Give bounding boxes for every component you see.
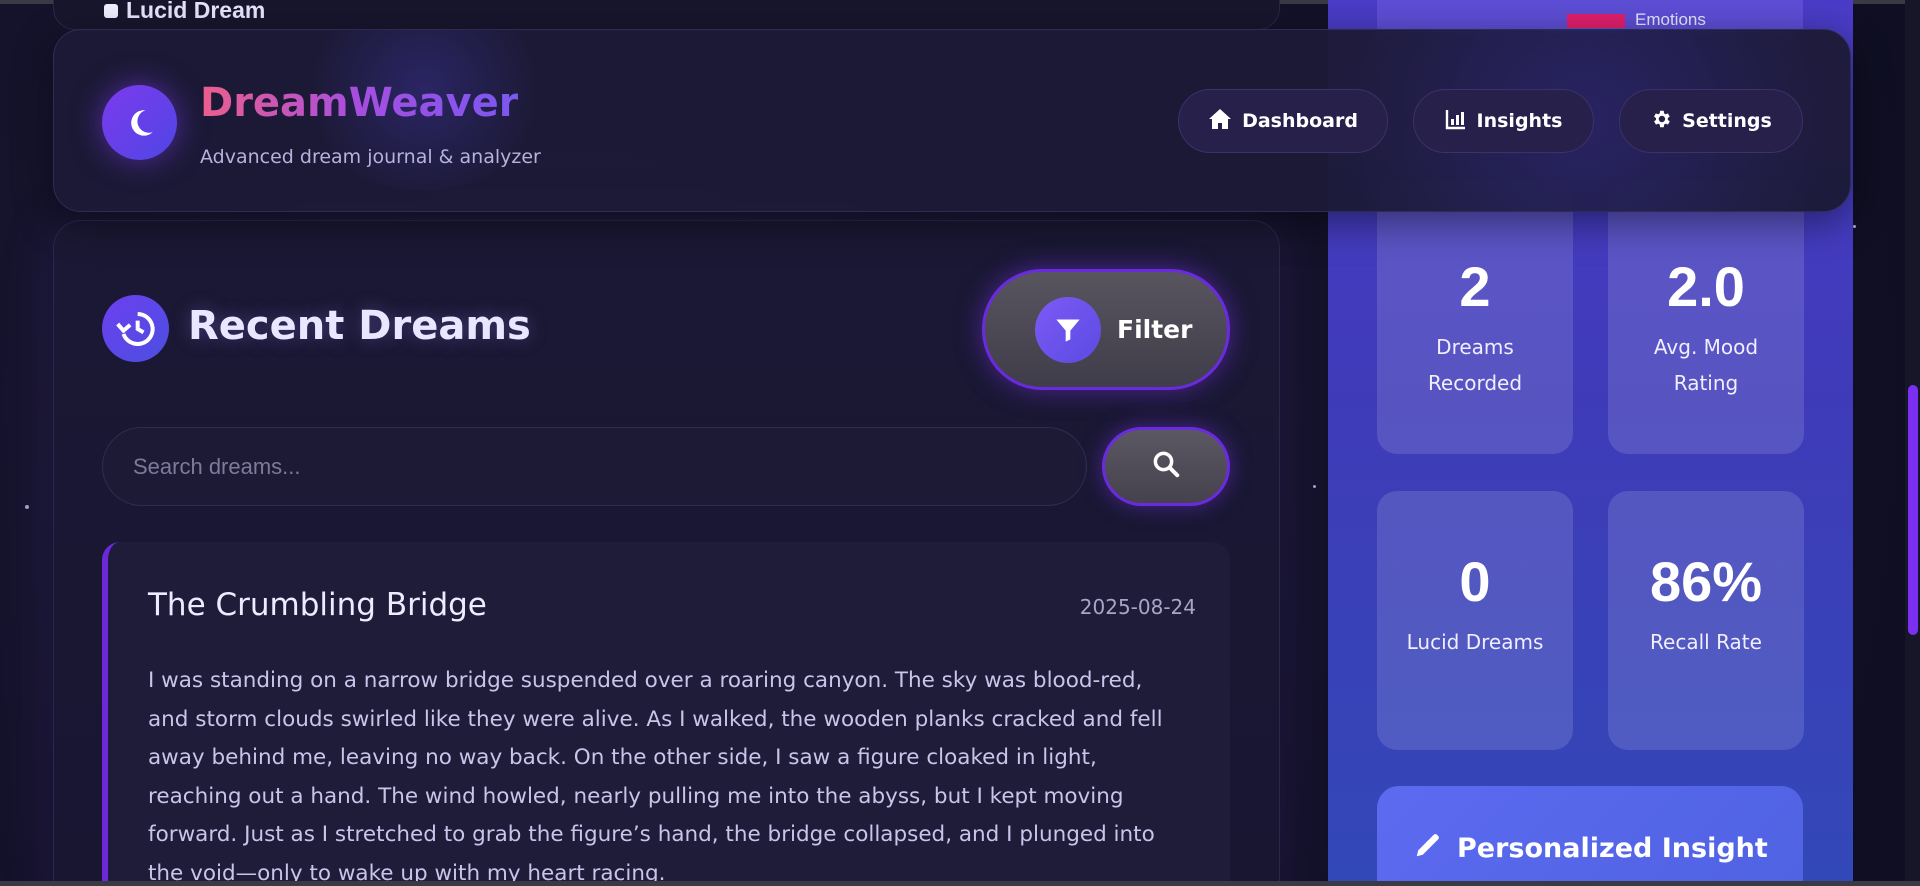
dream-form-card: Lucid Dream — [53, 0, 1280, 30]
stat-recall-rate: 86% Recall Rate — [1608, 491, 1804, 750]
nav-insights-button[interactable]: Insights — [1413, 89, 1594, 153]
filter-icon — [1035, 296, 1101, 363]
checkbox-box[interactable] — [104, 3, 118, 18]
stat-value: 86% — [1649, 550, 1763, 613]
app-header: DreamWeaver Advanced dream journal & ana… — [53, 29, 1851, 212]
star-dot — [25, 505, 29, 509]
legend-swatch — [1567, 14, 1625, 28]
app-tagline: Advanced dream journal & analyzer — [200, 146, 541, 168]
nav-settings-button[interactable]: Settings — [1619, 89, 1803, 153]
window-bottom-edge — [0, 881, 1920, 886]
nav-label: Settings — [1682, 110, 1772, 132]
personalized-insight-card: Personalized Insight — [1377, 786, 1803, 886]
stat-label: Recall Rate — [1650, 630, 1762, 654]
pencil-icon — [1413, 830, 1443, 867]
search-icon — [1151, 449, 1181, 484]
insight-title: Personalized Insight — [1457, 833, 1768, 864]
chart-bar-icon — [1445, 108, 1467, 135]
gear-icon — [1650, 108, 1672, 135]
nav-label: Dashboard — [1242, 110, 1358, 132]
stat-value: 2.0 — [1667, 255, 1745, 318]
dream-date: 2025-08-24 — [1079, 595, 1196, 619]
dream-entry-card[interactable]: The Crumbling Bridge 2025-08-24 I was st… — [102, 542, 1230, 886]
moon-logo-icon — [102, 85, 177, 160]
nav-dashboard-button[interactable]: Dashboard — [1178, 89, 1388, 153]
star-dot — [1313, 485, 1316, 488]
nav-label: Insights — [1476, 110, 1563, 132]
stat-lucid-dreams: 0 Lucid Dreams — [1377, 491, 1573, 750]
stat-avg-mood: 2.0 Avg. Mood Rating — [1608, 180, 1804, 454]
stat-dreams-recorded: 2 Dreams Recorded — [1377, 180, 1573, 454]
stat-label: Lucid Dreams — [1406, 630, 1544, 654]
app-stage: Lucid Dream Emotions 2 Dreams Recorded 2… — [0, 0, 1920, 886]
dream-description: I was standing on a narrow bridge suspen… — [148, 668, 1163, 886]
filter-label: Filter — [1117, 315, 1193, 344]
star-dot — [1853, 225, 1856, 228]
scrollbar-thumb[interactable] — [1908, 385, 1918, 635]
stat-label: Dreams Recorded — [1427, 335, 1523, 395]
stat-value: 0 — [1459, 550, 1491, 613]
section-title: Recent Dreams — [188, 303, 531, 349]
app-brand: DreamWeaver — [200, 80, 519, 126]
search-button[interactable] — [1102, 427, 1230, 506]
search-input[interactable] — [102, 427, 1087, 506]
stat-label: Avg. Mood Rating — [1653, 335, 1759, 395]
lucid-dream-checkbox[interactable]: Lucid Dream — [104, 0, 265, 24]
history-icon — [102, 295, 169, 362]
lucid-dream-label: Lucid Dream — [126, 0, 266, 23]
filter-button[interactable]: Filter — [982, 269, 1230, 390]
home-icon — [1208, 108, 1232, 135]
dream-title: The Crumbling Bridge — [148, 587, 487, 623]
legend-label: Emotions — [1635, 10, 1706, 29]
stat-value: 2 — [1459, 255, 1491, 318]
